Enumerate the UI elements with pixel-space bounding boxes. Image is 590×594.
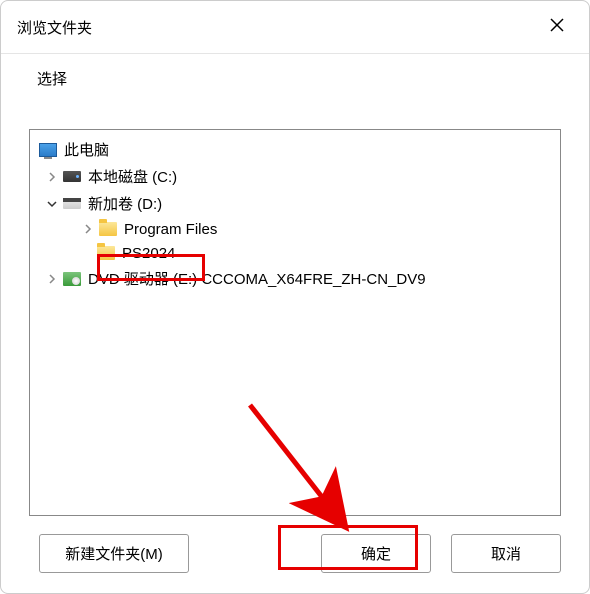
tree-item-label: PS2024 bbox=[122, 245, 175, 262]
tree-item-disk-d[interactable]: 新加卷 (D:) bbox=[34, 190, 556, 217]
chevron-right-icon[interactable] bbox=[80, 221, 96, 237]
dialog-footer: 新建文件夹(M) 确定 取消 bbox=[1, 516, 589, 593]
dvd-icon bbox=[62, 270, 82, 288]
prompt-label: 选择 bbox=[29, 68, 561, 89]
dialog-content: 选择 此电脑 本地磁盘 (C:) 新加卷 (D:) bbox=[1, 54, 589, 516]
folder-icon bbox=[98, 220, 118, 238]
folder-tree[interactable]: 此电脑 本地磁盘 (C:) 新加卷 (D:) bbox=[29, 129, 561, 516]
chevron-right-icon[interactable] bbox=[44, 271, 60, 287]
tree-item-pc[interactable]: 此电脑 bbox=[34, 136, 556, 163]
new-folder-button[interactable]: 新建文件夹(M) bbox=[39, 534, 189, 573]
disk-icon bbox=[62, 168, 82, 186]
cancel-button[interactable]: 取消 bbox=[451, 534, 561, 573]
tree-item-label: Program Files bbox=[124, 221, 217, 238]
window-title: 浏览文件夹 bbox=[17, 17, 92, 38]
chevron-right-icon[interactable] bbox=[44, 169, 60, 185]
browse-folder-dialog: 浏览文件夹 选择 此电脑 本地磁盘 (C:) bbox=[0, 0, 590, 594]
tree-item-dvd[interactable]: DVD 驱动器 (E:) CCCOMA_X64FRE_ZH-CN_DV9 bbox=[34, 265, 556, 292]
tree-item-label: DVD 驱动器 (E:) CCCOMA_X64FRE_ZH-CN_DV9 bbox=[88, 268, 426, 289]
folder-icon bbox=[96, 244, 116, 262]
tree-item-label: 新加卷 (D:) bbox=[88, 193, 162, 214]
tree-item-ps2024[interactable]: PS2024 bbox=[34, 241, 556, 265]
pc-icon bbox=[38, 141, 58, 159]
tree-item-label: 此电脑 bbox=[64, 139, 109, 160]
tree-item-disk-c[interactable]: 本地磁盘 (C:) bbox=[34, 163, 556, 190]
tree-item-label: 本地磁盘 (C:) bbox=[88, 166, 177, 187]
close-button[interactable] bbox=[541, 11, 573, 43]
tree-item-program-files[interactable]: Program Files bbox=[34, 217, 556, 241]
disk-icon bbox=[62, 195, 82, 213]
ok-button[interactable]: 确定 bbox=[321, 534, 431, 573]
close-icon bbox=[550, 18, 564, 36]
chevron-down-icon[interactable] bbox=[44, 196, 60, 212]
titlebar: 浏览文件夹 bbox=[1, 1, 589, 54]
